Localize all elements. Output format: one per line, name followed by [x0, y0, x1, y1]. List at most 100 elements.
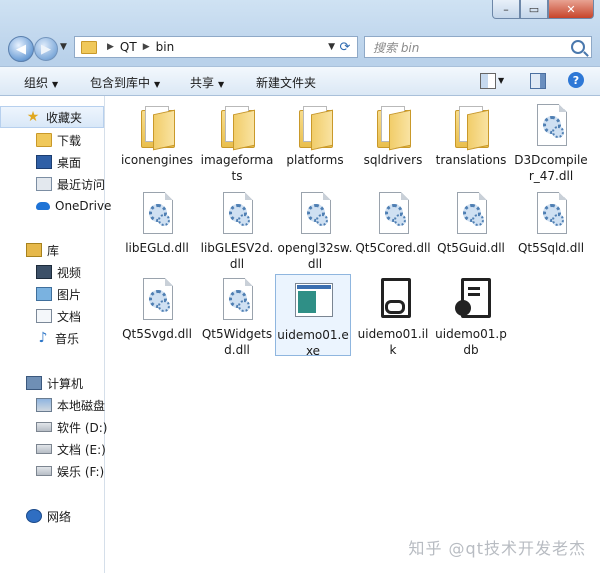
chevron-right-icon[interactable]: ▶ — [107, 42, 114, 52]
file-name: libEGLd.dll — [125, 241, 189, 255]
include-in-library-menu[interactable]: 包含到库中 ▼ — [90, 74, 160, 91]
file-item[interactable]: Qt5Sqld.dll — [513, 192, 589, 256]
nav-label: 网络 — [47, 509, 72, 524]
recent-pages-dropdown[interactable]: ▼ — [60, 42, 67, 52]
new-folder-button[interactable]: 新建文件夹 — [256, 74, 316, 91]
file-name: translations — [435, 153, 507, 167]
chevron-down-icon: ▼ — [218, 80, 225, 89]
file-item[interactable]: Qt5Widgetsd.dll — [199, 278, 275, 358]
share-menu[interactable]: 共享 ▼ — [190, 74, 224, 91]
forward-button[interactable]: ▶ — [34, 37, 58, 61]
command-bar: 组织 ▼ 包含到库中 ▼ 共享 ▼ 新建文件夹 ▼ ? — [0, 66, 600, 96]
search-icon — [571, 40, 585, 54]
navigation-bar: ◀ ▶ ▼ ▶ QT ▶ bin ▼ ⟳ 搜索 bin — [0, 30, 600, 64]
preview-pane-icon[interactable] — [530, 73, 546, 89]
maximize-icon: ▭ — [528, 2, 540, 16]
watermark: 知乎 @qt技术开发老杰 — [408, 539, 586, 558]
nav-label: 图片 — [57, 287, 82, 302]
folder-icon — [453, 104, 489, 151]
nav-label: 音乐 — [55, 331, 80, 346]
nav-label: 本地磁盘 — [57, 398, 106, 413]
nav-label: 最近访问 — [57, 177, 106, 192]
file-name: platforms — [286, 153, 344, 167]
search-input[interactable]: 搜索 bin — [364, 36, 592, 58]
recent-places-icon — [36, 177, 52, 191]
address-bar[interactable]: ▶ QT ▶ bin ▼ — [74, 36, 358, 58]
breadcrumb-bin[interactable]: bin — [156, 40, 175, 54]
organize-menu[interactable]: 组织 ▼ — [24, 74, 58, 91]
explorer-window: – ▭ ✕ ◀ ▶ ▼ ▶ QT ▶ bin ▼ ⟳ 搜索 bin 组织 ▼ 包含… — [0, 0, 600, 573]
nav-label: 文档 — [57, 309, 82, 324]
file-item[interactable]: uidemo01.pdb — [433, 278, 509, 358]
refresh-icon: ⟳ — [339, 39, 351, 55]
navigation-pane: ★ 收藏夹 下载 桌面 最近访问 OneDrive 库 视频 图片 文档 ♪ 音乐 … — [0, 96, 111, 573]
desktop-icon — [36, 155, 52, 169]
file-item[interactable]: Qt5Svgd.dll — [119, 278, 195, 342]
file-name: uidemo01.exe — [277, 328, 349, 358]
file-item[interactable]: libEGLd.dll — [119, 192, 195, 256]
file-name: Qt5Svgd.dll — [122, 327, 192, 341]
file-item[interactable]: Qt5Cored.dll — [355, 192, 431, 256]
nav-favorites[interactable]: ★ 收藏夹 — [0, 106, 104, 128]
hard-drive-icon — [36, 422, 52, 432]
file-item[interactable]: uidemo01.ilk — [355, 278, 431, 358]
file-name: D3Dcompiler_47.dll — [514, 153, 588, 183]
file-list: iconengines imageformats platforms sqldr… — [105, 96, 600, 573]
chevron-right-icon[interactable]: ▶ — [143, 42, 150, 52]
folder-item[interactable]: platforms — [277, 104, 353, 168]
link-file-icon — [375, 278, 411, 322]
music-note-icon: ♪ — [38, 330, 48, 346]
file-item[interactable]: Qt5Guid.dll — [433, 192, 509, 256]
onedrive-cloud-icon — [36, 202, 50, 210]
file-name: sqldrivers — [363, 153, 423, 167]
explorer-body: ★ 收藏夹 下载 桌面 最近访问 OneDrive 库 视频 图片 文档 ♪ 音乐 … — [0, 96, 600, 573]
file-item[interactable]: libGLESV2d.dll — [199, 192, 275, 272]
file-item[interactable]: D3Dcompiler_47.dll — [513, 104, 589, 184]
file-item[interactable]: opengl32sw.dll — [277, 192, 353, 272]
breadcrumb-qt[interactable]: QT — [120, 40, 137, 54]
file-item-selected[interactable]: uidemo01.exe — [275, 274, 351, 358]
folder-icon — [81, 40, 97, 54]
chevron-down-icon: ▼ — [52, 80, 59, 89]
caption-buttons: – ▭ ✕ — [492, 0, 594, 19]
star-icon: ★ — [26, 109, 40, 125]
folder-item[interactable]: imageformats — [199, 104, 275, 184]
folder-icon — [139, 104, 175, 151]
picture-library-icon — [36, 287, 52, 301]
nav-label: 桌面 — [57, 155, 82, 170]
change-view-icon[interactable] — [480, 73, 496, 89]
debug-file-icon — [453, 278, 491, 322]
nav-label: 库 — [47, 243, 60, 258]
view-dropdown[interactable]: ▼ — [498, 76, 504, 85]
dll-icon — [375, 192, 411, 236]
folder-item[interactable]: translations — [433, 104, 509, 168]
maximize-button[interactable]: ▭ — [520, 0, 548, 19]
arrow-right-icon: ▶ — [41, 41, 51, 57]
include-label: 包含到库中 — [90, 76, 151, 90]
arrow-left-icon: ◀ — [16, 41, 26, 57]
dll-icon — [533, 104, 569, 148]
folder-icon — [219, 104, 255, 151]
file-name: imageformats — [200, 153, 274, 183]
document-library-icon — [36, 309, 52, 323]
back-button[interactable]: ◀ — [8, 36, 34, 62]
dll-icon — [219, 192, 255, 236]
application-exe-icon — [295, 279, 333, 323]
folder-icon — [375, 104, 411, 151]
dll-icon — [533, 192, 569, 236]
file-name: Qt5Widgetsd.dll — [201, 327, 273, 357]
network-icon — [26, 509, 42, 523]
dll-icon — [453, 192, 489, 236]
folder-item[interactable]: sqldrivers — [355, 104, 431, 168]
minimize-button[interactable]: – — [492, 0, 520, 19]
nav-label: 文档 (E:) — [57, 442, 106, 457]
close-button[interactable]: ✕ — [548, 0, 594, 19]
refresh-button[interactable]: ⟳ — [334, 37, 356, 57]
folder-item[interactable]: iconengines — [119, 104, 195, 168]
nav-label: 计算机 — [47, 376, 84, 391]
help-icon[interactable]: ? — [568, 72, 584, 88]
file-name: iconengines — [120, 153, 194, 167]
nav-label: 娱乐 (F:) — [57, 464, 105, 479]
downloads-folder-icon — [36, 133, 52, 147]
folder-icon — [297, 104, 333, 151]
